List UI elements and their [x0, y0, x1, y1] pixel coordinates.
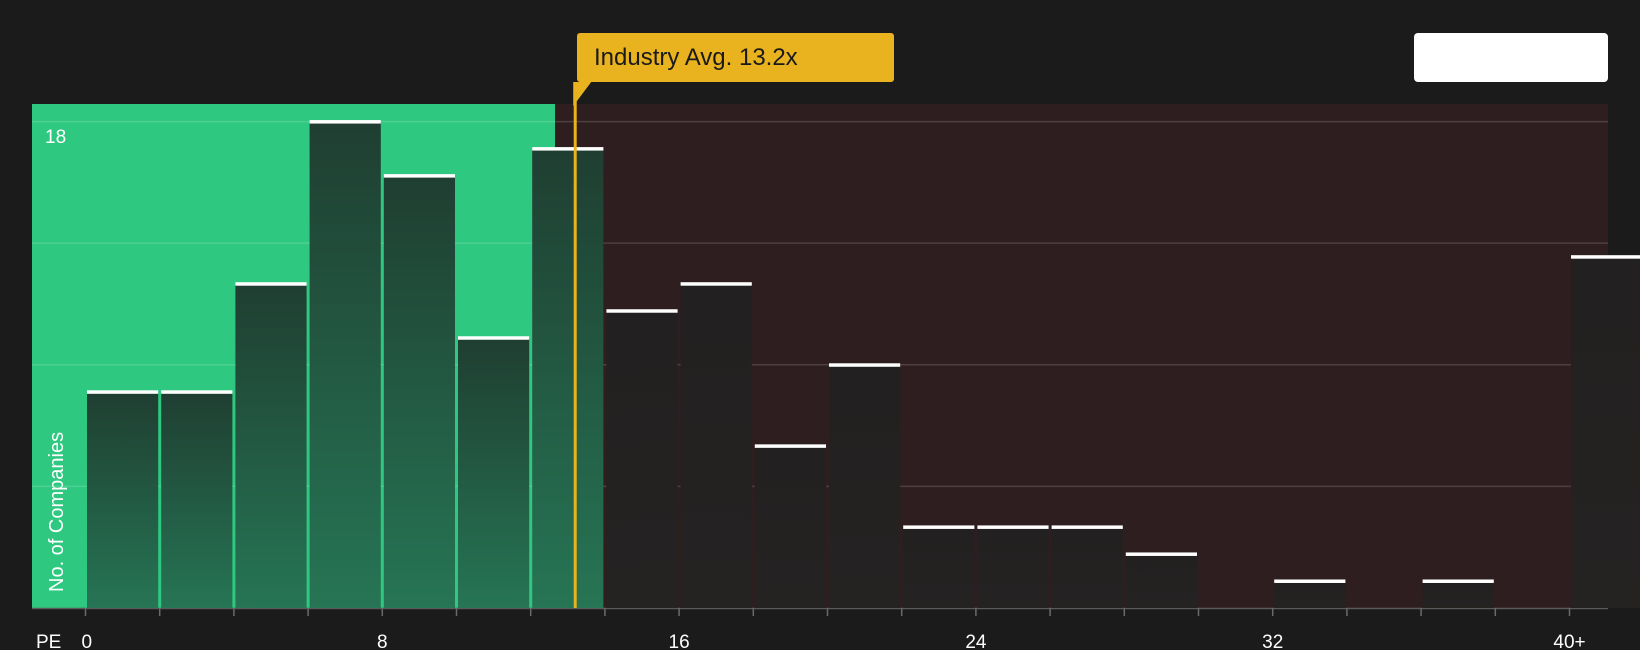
bar-cap: [309, 120, 381, 124]
y-axis-label: No. of Companies: [46, 432, 68, 592]
bar-cap: [235, 282, 307, 286]
bar-cap: [903, 525, 975, 529]
histogram-bar: [1274, 580, 1346, 608]
bar-cap: [680, 282, 752, 286]
histogram-bar: [1125, 553, 1197, 608]
bar-cap: [1051, 525, 1123, 529]
bar-cap: [1274, 579, 1346, 583]
bar-cap: [383, 174, 455, 178]
bar-cap: [977, 525, 1049, 529]
x-tick-label: 0: [82, 632, 93, 650]
histogram-bar: [606, 310, 678, 608]
bar-cap: [754, 444, 826, 448]
histogram-bar: [383, 175, 455, 608]
x-tick-label: 32: [1262, 632, 1283, 650]
bar-cap: [1571, 255, 1640, 259]
x-tick-label: 40+: [1553, 632, 1585, 650]
pe-distribution-chart: 0 8 16 24 32 40+ 18 No. of Companies PE Indus…: [0, 0, 1640, 650]
x-tick-label: 8: [377, 632, 388, 650]
histogram-bar: [829, 364, 901, 608]
bar-cap: [829, 363, 901, 367]
x-axis-label: PE: [36, 632, 61, 650]
bar-cap: [606, 309, 678, 313]
histogram-bar: [309, 121, 381, 609]
x-tick-label: 24: [965, 632, 987, 650]
bar-cap: [1125, 552, 1197, 556]
industry-average-label: Industry Avg. 13.2x: [577, 33, 894, 82]
x-ticks: 0 8 16 24 32 40+: [82, 608, 1586, 650]
x-tick-label: 16: [669, 632, 690, 650]
bar-cap: [532, 147, 604, 151]
histogram-bar: [87, 391, 159, 608]
histogram-bar: [680, 283, 752, 608]
bar-cap: [161, 390, 233, 394]
bar-cap: [458, 336, 530, 340]
histogram-bar: [1422, 580, 1494, 608]
bar-cap: [87, 390, 159, 394]
histogram-bar: [754, 445, 826, 608]
histogram-bar: [532, 148, 604, 608]
bar-cap: [1422, 579, 1494, 583]
company-marker-box: [1414, 33, 1608, 82]
histogram-bar: [1571, 256, 1640, 608]
histogram-bar: [1051, 526, 1123, 608]
histogram-bar: [235, 283, 307, 608]
histogram-bar: [903, 526, 975, 608]
histogram-bar: [458, 337, 530, 608]
chart-canvas: 0 8 16 24 32 40+ 18 No. of Companies PE: [32, 82, 1640, 650]
y-tick-label: 18: [45, 127, 66, 148]
histogram-bar: [161, 391, 233, 608]
histogram-bar: [977, 526, 1049, 608]
